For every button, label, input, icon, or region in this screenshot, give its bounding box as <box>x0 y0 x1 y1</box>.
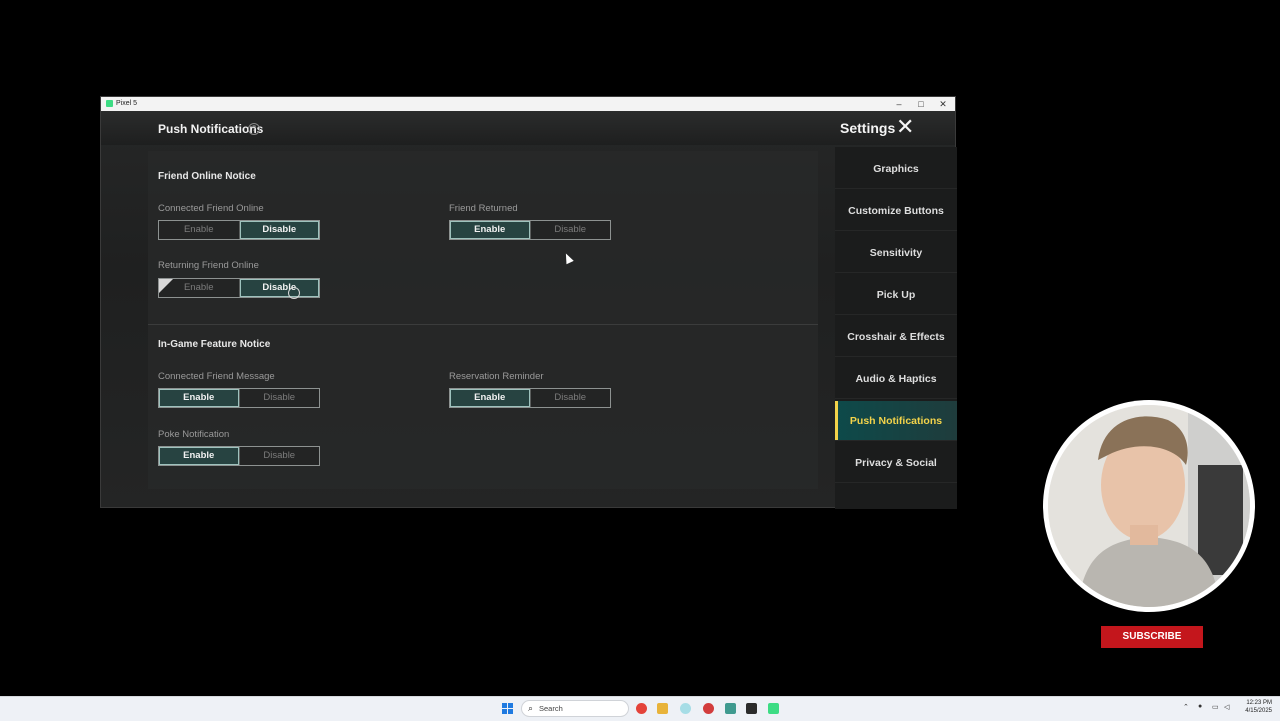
taskbar-clock[interactable]: 12:23 PM 4/15/2025 <box>1238 699 1272 715</box>
sidebar-item-push-notifications[interactable]: Push Notifications <box>835 401 957 441</box>
enable-button[interactable]: Enable <box>159 389 239 407</box>
sidebar-item-privacy-social[interactable]: Privacy & Social <box>835 443 957 483</box>
toggle-label-reservation-reminder: Reservation Reminder <box>449 371 544 382</box>
game-settings-screen: Push Notifications ? Settings ✕ Friend O… <box>101 111 957 509</box>
disable-button[interactable]: Disable <box>238 447 319 465</box>
toggle-label-connected-friend-online: Connected Friend Online <box>158 203 264 214</box>
sidebar-item-audio-haptics[interactable]: Audio & Haptics <box>835 359 957 399</box>
sidebar-item-graphics[interactable]: Graphics <box>835 149 957 189</box>
enable-button[interactable]: Enable <box>450 389 530 407</box>
toggle-reservation-reminder: Enable Disable <box>449 388 611 408</box>
network-icon[interactable]: ▭ <box>1212 703 1219 711</box>
person-icon <box>1048 405 1250 607</box>
file-explorer-icon[interactable] <box>657 703 668 714</box>
window-close-button[interactable]: ✕ <box>932 97 954 111</box>
sidebar-item-crosshair-effects[interactable]: Crosshair & Effects <box>835 317 957 357</box>
emulator-window: Pixel 5 – □ ✕ Push Notifications ? Setti… <box>100 96 957 509</box>
sidebar-item-pick-up[interactable]: Pick Up <box>835 275 957 315</box>
toggle-label-poke-notification: Poke Notification <box>158 429 230 440</box>
settings-close-icon[interactable]: ✕ <box>896 116 914 138</box>
window-title: Pixel 5 <box>116 100 138 107</box>
android-emulator-icon[interactable] <box>768 703 779 714</box>
recorder-icon[interactable] <box>703 703 714 714</box>
enable-button[interactable]: Enable <box>159 221 239 239</box>
settings-sidebar: Graphics Customize Buttons Sensitivity P… <box>835 147 957 509</box>
disable-button[interactable]: Disable <box>529 389 610 407</box>
disable-button[interactable]: Disable <box>238 389 319 407</box>
help-icon[interactable]: ? <box>248 123 260 135</box>
disable-button[interactable]: Disable <box>238 221 319 239</box>
settings-title: Settings <box>840 120 896 136</box>
toggle-connected-friend-online: Enable Disable <box>158 220 320 240</box>
sidebar-item-customize-buttons[interactable]: Customize Buttons <box>835 191 957 231</box>
terminal-icon[interactable] <box>746 703 757 714</box>
disable-button[interactable]: Disable <box>238 279 319 297</box>
minimize-button[interactable]: – <box>888 97 910 111</box>
android-app-icon <box>106 100 113 107</box>
disable-button[interactable]: Disable <box>529 221 610 239</box>
clock-time: 12:23 PM <box>1246 700 1272 706</box>
clock-date: 4/15/2025 <box>1245 708 1272 714</box>
search-icon: ⌕ <box>528 703 534 713</box>
toggle-poke-notification: Enable Disable <box>158 446 320 466</box>
enable-button[interactable]: Enable <box>450 221 530 239</box>
toggle-friend-returned: Enable Disable <box>449 220 611 240</box>
chrome-icon[interactable] <box>636 703 647 714</box>
subscribe-button[interactable]: SUBSCRIBE <box>1101 626 1203 648</box>
section-title-in-game-feature: In-Game Feature Notice <box>158 339 271 350</box>
search-placeholder: Search <box>539 704 563 713</box>
microphone-icon[interactable]: ● <box>1198 703 1202 710</box>
webcam-video <box>1048 405 1250 607</box>
enable-button[interactable]: Enable <box>159 447 239 465</box>
toggle-label-returning-friend-online: Returning Friend Online <box>158 260 259 271</box>
windows-taskbar: ⌕ Search ⌃ ● ▭ ◁ 12:23 PM 4/15/2025 <box>0 696 1280 721</box>
app-icon[interactable] <box>725 703 736 714</box>
copilot-icon[interactable] <box>680 703 691 714</box>
volume-icon[interactable]: ◁ <box>1224 703 1229 711</box>
start-icon[interactable] <box>502 703 513 714</box>
toggle-label-friend-returned: Friend Returned <box>449 203 518 214</box>
toggle-connected-friend-message: Enable Disable <box>158 388 320 408</box>
toggle-label-connected-friend-message: Connected Friend Message <box>158 371 275 382</box>
new-badge-icon <box>159 279 173 293</box>
section-title-friend-online: Friend Online Notice <box>158 171 256 182</box>
sidebar-item-sensitivity[interactable]: Sensitivity <box>835 233 957 273</box>
touch-indicator-icon <box>288 287 300 299</box>
section-divider <box>148 324 818 325</box>
webcam-overlay <box>1043 400 1255 612</box>
window-titlebar[interactable]: Pixel 5 – □ ✕ <box>101 97 955 111</box>
maximize-button[interactable]: □ <box>910 97 932 111</box>
notifications-panel <box>148 151 818 489</box>
tray-chevron-icon[interactable]: ⌃ <box>1183 703 1189 711</box>
taskbar-search[interactable]: ⌕ Search <box>521 700 629 717</box>
